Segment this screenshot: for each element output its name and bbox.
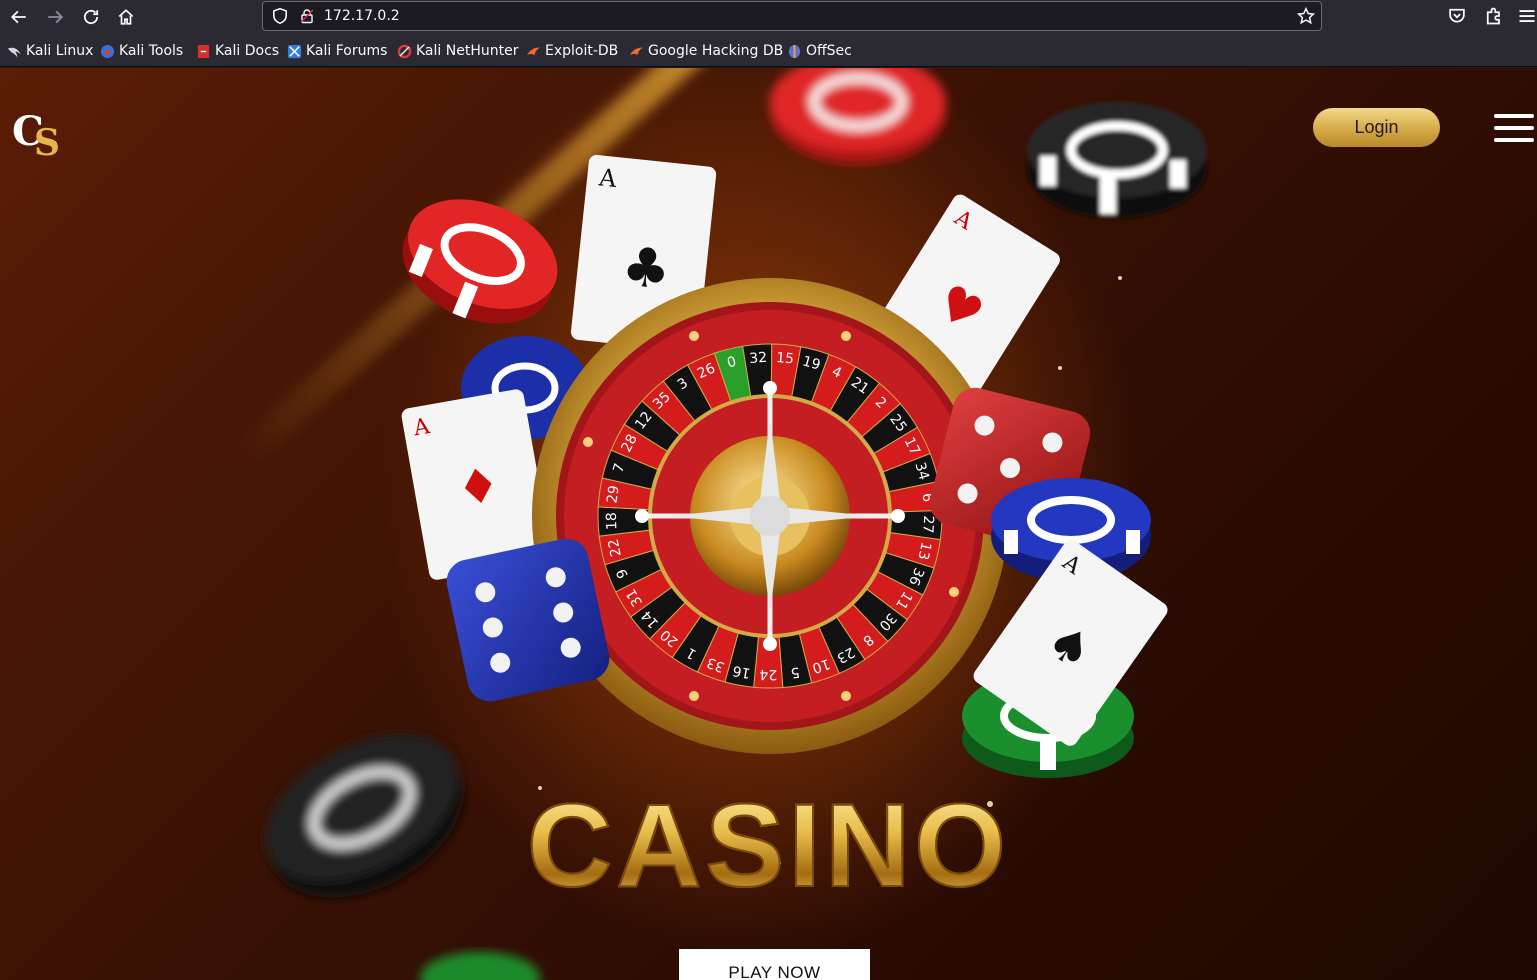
card-rank: A: [597, 163, 619, 193]
menu-icon[interactable]: [1517, 6, 1537, 26]
svg-text:♣: ♣: [619, 234, 674, 302]
hamburger-line: [1494, 138, 1534, 142]
hamburger-line: [1494, 114, 1534, 118]
url-bar[interactable]: 172.17.0.2: [262, 1, 1322, 31]
pocket-icon[interactable]: [1447, 6, 1467, 26]
exploit-db-icon: [526, 47, 541, 55]
login-button[interactable]: Login: [1313, 108, 1440, 147]
insecure-lock-icon[interactable]: [299, 8, 315, 24]
arrow-left-icon: [10, 10, 26, 24]
bookmark-kali-nethunter[interactable]: Kali NetHunter: [397, 42, 518, 60]
bookmark-label: Exploit-DB: [545, 43, 619, 59]
bookmark-label: Kali Linux: [26, 43, 94, 59]
dice-blue: [446, 538, 610, 702]
reload-icon: [83, 9, 99, 25]
bookmark-kali-forums[interactable]: Kali Forums: [287, 42, 387, 60]
roulette-number: 27: [919, 515, 936, 534]
kali-dragon-icon: [7, 47, 22, 57]
forward-button[interactable]: [43, 5, 67, 29]
site-logo[interactable]: C S: [12, 108, 68, 164]
casino-page: A ♣ A ♥ A ♦ 0 32 15 19 4 21 2 25 17 34 6 27 13 36 11 30…: [0, 68, 1537, 980]
play-now-button[interactable]: PLAY NOW: [679, 949, 870, 980]
bookmark-label: Kali Docs: [215, 43, 280, 59]
home-button[interactable]: [114, 5, 138, 29]
kali-tools-icon: [100, 44, 115, 58]
roulette-number: 18: [604, 512, 621, 530]
roulette-number: 32: [749, 350, 768, 367]
chip-red-blurred: [770, 68, 946, 164]
chip-black: [1027, 102, 1207, 218]
bookmark-label: Kali Tools: [119, 43, 184, 59]
bookmark-label: Google Hacking DB: [648, 43, 784, 59]
hamburger-menu-icon[interactable]: [1494, 112, 1534, 144]
bookmark-google-hacking-db[interactable]: Google Hacking DB: [629, 42, 783, 60]
roulette-number: 24: [759, 666, 777, 682]
bookmark-label: Kali Forums: [306, 43, 388, 59]
bookmark-kali-linux[interactable]: Kali Linux: [7, 42, 93, 60]
bookmarks-bar: Kali Linux Kali Tools Kali Docs Kali For…: [0, 34, 1537, 67]
arrow-right-icon: [48, 10, 64, 24]
offsec-icon: [788, 44, 801, 58]
home-icon: [118, 9, 134, 25]
bookmark-kali-tools[interactable]: Kali Tools: [100, 42, 183, 60]
hamburger-line: [1494, 126, 1534, 130]
hero-title: CASINO: [0, 778, 1537, 914]
roulette-number: 29: [604, 484, 622, 504]
back-button[interactable]: [7, 5, 31, 29]
chip-green-blurred: [420, 952, 540, 980]
kali-docs-icon: [197, 44, 210, 58]
extensions-icon[interactable]: [1484, 6, 1504, 26]
bookmark-label: OffSec: [806, 43, 852, 59]
chip-red: [402, 199, 558, 324]
url-text[interactable]: 172.17.0.2: [324, 8, 400, 24]
bookmark-exploit-db[interactable]: Exploit-DB: [526, 42, 618, 60]
bookmark-kali-docs[interactable]: Kali Docs: [196, 42, 279, 60]
bookmark-label: Kali NetHunter: [416, 43, 519, 59]
reload-button[interactable]: [79, 5, 103, 29]
kali-nethunter-icon: [397, 44, 412, 58]
bookmark-offsec[interactable]: OffSec: [787, 42, 852, 60]
roulette-number: 16: [731, 662, 751, 681]
logo-letter-s: S: [34, 122, 60, 164]
tracking-shield-icon[interactable]: [271, 7, 289, 25]
browser-toolbar: 172.17.0.2: [0, 0, 1537, 34]
roulette-number: 15: [775, 350, 794, 368]
ghdb-icon: [629, 47, 644, 55]
kali-forums-icon: [287, 44, 302, 58]
bookmark-star-icon[interactable]: [1297, 7, 1315, 25]
